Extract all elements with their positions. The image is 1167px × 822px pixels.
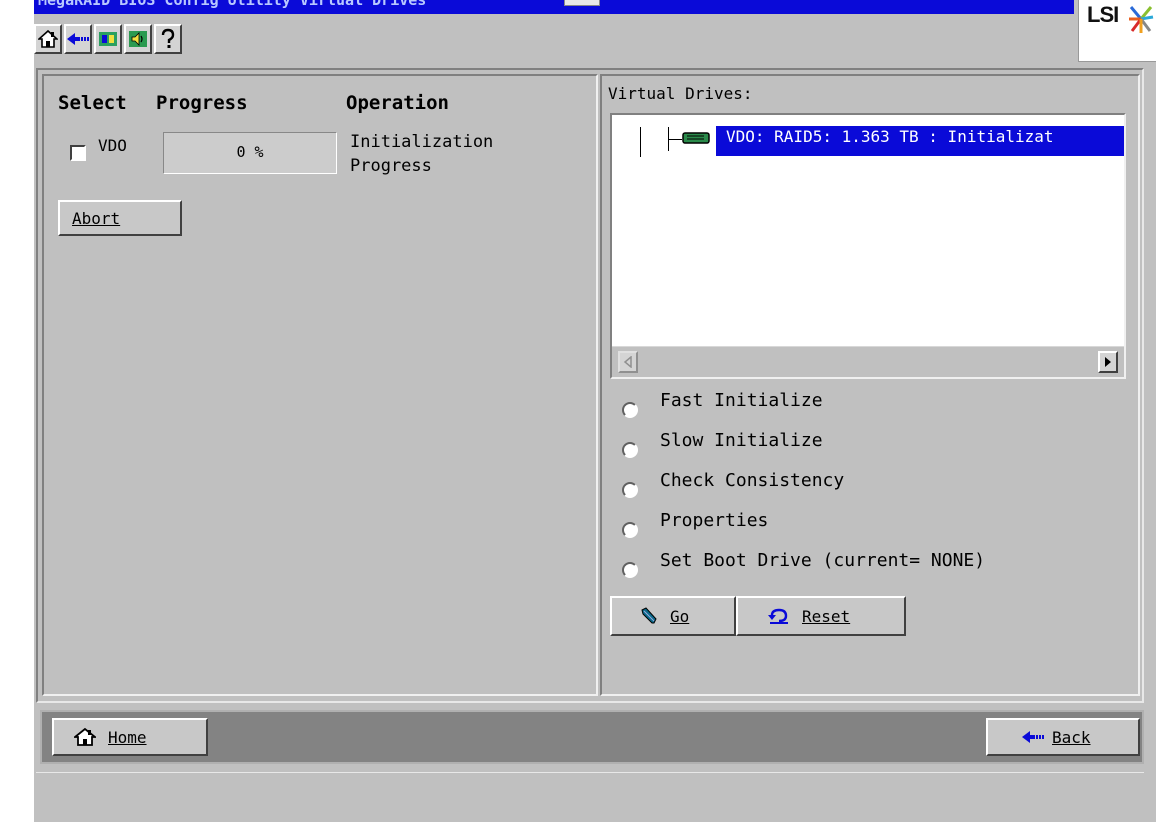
abort-button[interactable]: Abort [58,200,182,236]
vd0-progress-bar: 0 % [163,132,337,174]
header-operation-text: Operation [346,92,449,114]
header-progress: Progress [156,92,248,114]
reset-icon [768,608,788,624]
tree-item-vd0[interactable]: VDO: RAID5: 1.363 TB : Initializat [716,126,1124,156]
home-label: Home [108,727,147,747]
option-set-boot-drive-label[interactable]: Set Boot Drive (current= NONE) [660,550,985,571]
header-select-text: Select [58,92,127,114]
go-label: Go [670,606,690,626]
title-tab [564,0,600,6]
header-operation: Operation [346,92,449,114]
title-bar: MegaRAID BIOS Config Utility Virtual Dri… [34,0,1074,14]
scroll-left-button[interactable] [618,351,638,373]
vd0-operation: Initialization Progress [350,130,590,178]
toolbar-back-button[interactable] [64,24,92,54]
radio-set-boot-drive[interactable] [622,562,638,578]
vd0-progress-text: 0 % [236,143,264,161]
reset-label: Reset [802,606,851,626]
scroll-right-arrow-icon [1105,357,1111,367]
reset-button[interactable]: Reset [736,596,906,636]
go-button[interactable]: Go [610,596,736,636]
scroll-left-arrow-icon [623,356,632,368]
virtual-drives-title: Virtual Drives: [608,84,753,103]
tree-line [668,139,682,140]
tree-horizontal-scrollbar[interactable] [612,346,1124,377]
back-arrow-icon [67,33,89,45]
back-button[interactable]: Back [986,718,1140,756]
help-icon [161,28,175,48]
radio-fast-initialize[interactable] [622,402,638,418]
status-area [36,772,1144,822]
virtual-drives-pane: Virtual Drives: VDO: RAID5: 1.363 TB : I… [600,74,1140,696]
header-progress-text: Progress [156,92,248,114]
logo-text: LSI [1087,2,1119,27]
option-fast-initialize-label[interactable]: Fast Initialize [660,390,823,411]
window-title: MegaRAID BIOS Config Utility Virtual Dri… [38,0,427,9]
vd0-operation-line2: Progress [350,156,432,176]
progress-pane: Select Progress Operation VDO 0 % Initia… [42,74,598,696]
toolbar-home-button[interactable] [34,24,62,54]
back-label: Back [1052,727,1091,747]
toolbar-speaker-button[interactable] [124,24,152,54]
tree-line [640,127,641,157]
utility-icon [99,32,117,46]
radio-check-consistency[interactable] [622,482,638,498]
select-vd0-checkbox[interactable] [70,145,86,161]
home-icon [38,29,58,48]
app-window: MegaRAID BIOS Config Utility Virtual Dri… [34,0,1156,822]
option-check-consistency-label[interactable]: Check Consistency [660,470,844,491]
speaker-icon [129,31,147,47]
radio-properties[interactable] [622,522,638,538]
toolbar-help-button[interactable] [154,24,182,54]
option-slow-initialize-label[interactable]: Slow Initialize [660,430,823,451]
option-properties-label[interactable]: Properties [660,510,768,531]
bottom-nav-bar: Home Back [40,710,1144,764]
vd0-operation-line1: Initialization [350,132,494,152]
home-button[interactable]: Home [52,718,208,756]
toolbar-utility-button[interactable] [94,24,122,54]
logo-starburst-icon [1129,6,1154,33]
drive-icon [682,132,710,144]
home-icon [74,727,96,746]
go-icon [641,607,657,624]
header-select: Select [58,92,127,114]
virtual-drives-tree[interactable]: VDO: RAID5: 1.363 TB : Initializat [610,113,1126,379]
radio-slow-initialize[interactable] [622,442,638,458]
abort-label: Abort [72,208,121,228]
scroll-right-button[interactable] [1098,351,1118,373]
back-arrow-icon [1022,731,1044,743]
vd0-label: VDO [98,136,127,155]
main-panel: Select Progress Operation VDO 0 % Initia… [36,68,1144,703]
lsi-logo: LSI [1078,0,1156,62]
